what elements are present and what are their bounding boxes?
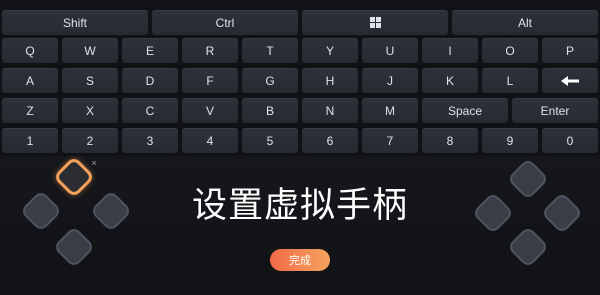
key-s[interactable]: S <box>62 68 118 93</box>
key-m[interactable]: M <box>362 98 418 123</box>
backspace-arrow-icon <box>561 75 579 86</box>
key-5[interactable]: 5 <box>242 128 298 153</box>
key-k[interactable]: K <box>422 68 478 93</box>
key-i[interactable]: I <box>422 38 478 63</box>
key-4[interactable]: 4 <box>182 128 238 153</box>
key-e[interactable]: E <box>122 38 178 63</box>
key-alt[interactable]: Alt <box>452 10 598 35</box>
key-shift[interactable]: Shift <box>2 10 148 35</box>
key-c[interactable]: C <box>122 98 178 123</box>
done-button[interactable]: 完成 <box>270 249 330 271</box>
key-8[interactable]: 8 <box>422 128 478 153</box>
key-w[interactable]: W <box>62 38 118 63</box>
key-7[interactable]: 7 <box>362 128 418 153</box>
page-title: 设置虚拟手柄 <box>191 186 408 226</box>
key-v[interactable]: V <box>182 98 238 123</box>
key-0[interactable]: 0 <box>542 128 598 153</box>
windows-icon <box>369 17 381 28</box>
key-backspace[interactable] <box>542 68 598 93</box>
key-z[interactable]: Z <box>2 98 58 123</box>
key-u[interactable]: U <box>362 38 418 63</box>
key-y[interactable]: Y <box>302 38 358 63</box>
key-t[interactable]: T <box>242 38 298 63</box>
key-o[interactable]: O <box>482 38 538 63</box>
key-d[interactable]: D <box>122 68 178 93</box>
key-a[interactable]: A <box>2 68 58 93</box>
key-q[interactable]: Q <box>2 38 58 63</box>
key-r[interactable]: R <box>182 38 238 63</box>
key-p[interactable]: P <box>542 38 598 63</box>
virtual-keyboard: Shift Ctrl Alt Q W E R T Y U I O P A S D… <box>0 0 600 156</box>
key-enter[interactable]: Enter <box>512 98 598 123</box>
key-h[interactable]: H <box>302 68 358 93</box>
key-6[interactable]: 6 <box>302 128 358 153</box>
key-ctrl[interactable]: Ctrl <box>152 10 298 35</box>
close-icon[interactable]: × <box>89 158 99 168</box>
key-n[interactable]: N <box>302 98 358 123</box>
key-f[interactable]: F <box>182 68 238 93</box>
key-space[interactable]: Space <box>422 98 508 123</box>
key-3[interactable]: 3 <box>122 128 178 153</box>
key-9[interactable]: 9 <box>482 128 538 153</box>
key-g[interactable]: G <box>242 68 298 93</box>
key-1[interactable]: 1 <box>2 128 58 153</box>
key-l[interactable]: L <box>482 68 538 93</box>
key-b[interactable]: B <box>242 98 298 123</box>
key-windows[interactable] <box>302 10 448 35</box>
key-j[interactable]: J <box>362 68 418 93</box>
key-2[interactable]: 2 <box>62 128 118 153</box>
key-x[interactable]: X <box>62 98 118 123</box>
